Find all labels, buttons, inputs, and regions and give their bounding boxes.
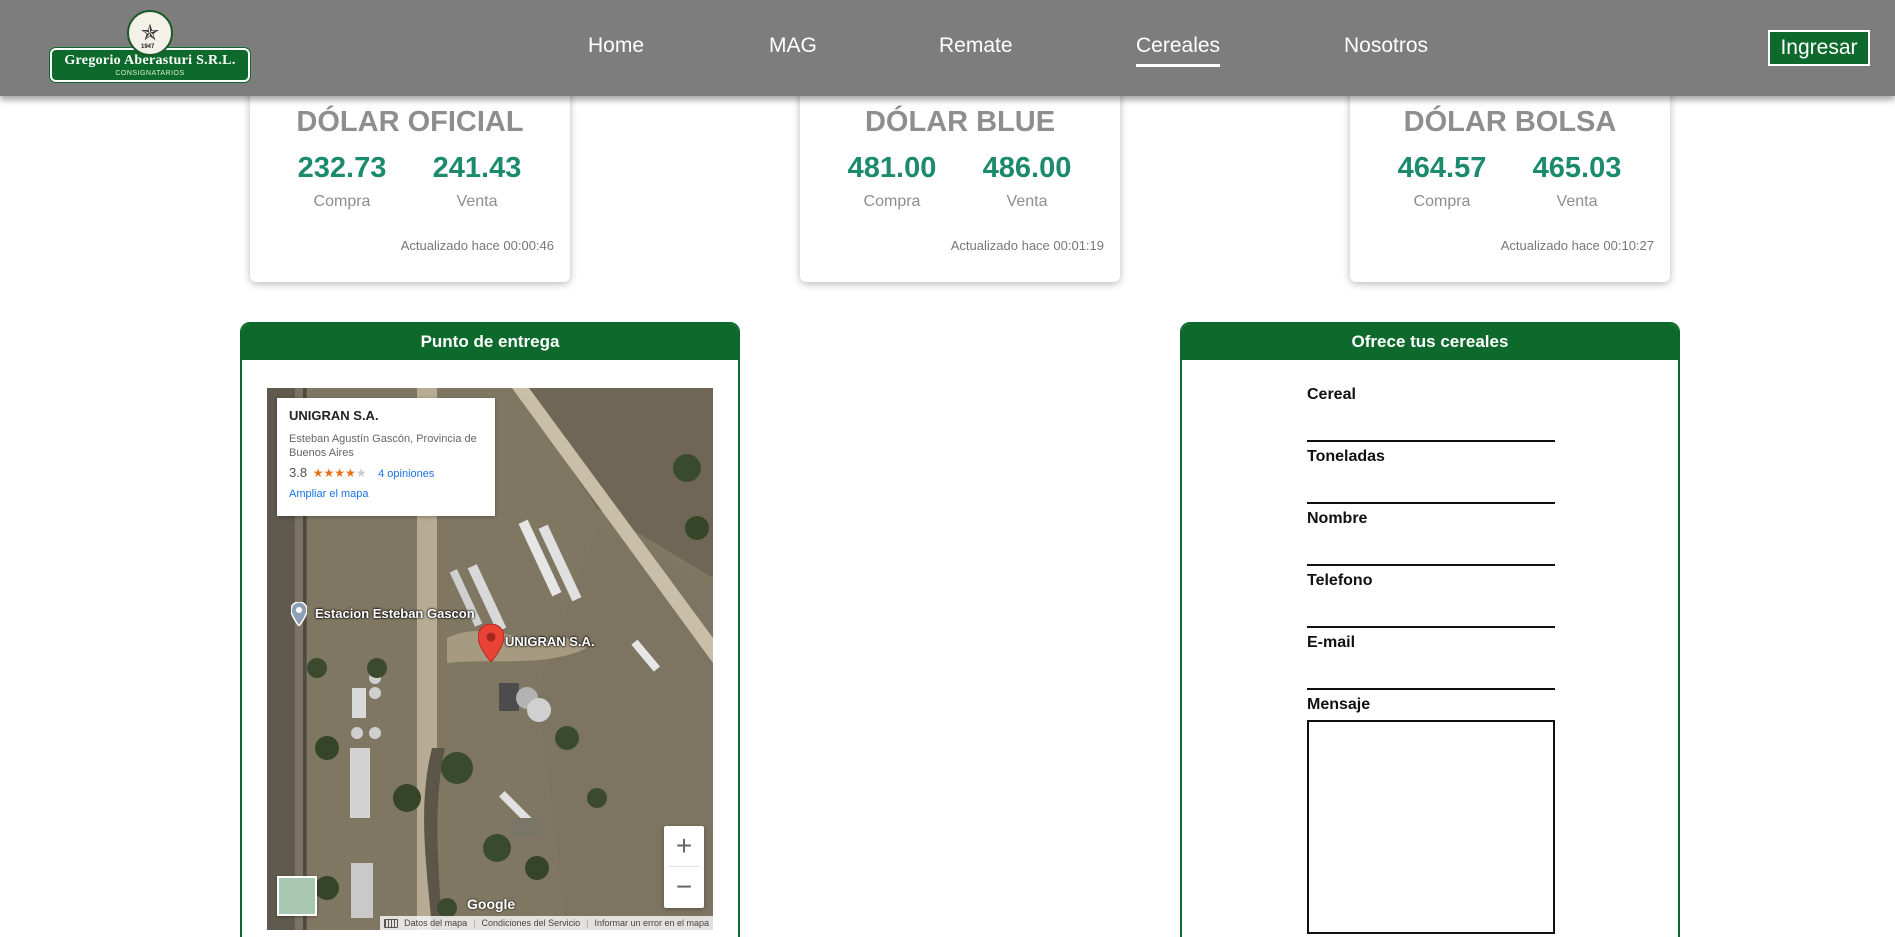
google-logo: Google [467,896,516,912]
toneladas-input[interactable] [1307,482,1555,504]
reviews-link[interactable]: 4 opiniones [378,468,434,480]
keyboard-icon[interactable] [384,918,399,928]
place-info-card: UNIGRAN S.A. Esteban Agustín Gascón, Pro… [277,398,495,516]
attribution-separator: | [586,918,589,928]
map-attribution: Datos del mapa | Condiciones del Servici… [380,916,713,930]
rate-title: DÓLAR BLUE [864,106,1056,138]
top-navbar: Gregorio Aberasturi S.R.L. CONSIGNATARIO… [0,0,1895,96]
logo-year: 1947 [141,44,155,50]
place-address: Esteban Agustín Gascón, Provincia de Bue… [289,433,477,459]
rate-compra: 232.73 Compra [282,152,402,211]
rate-compra-label: Compra [313,193,371,210]
nombre-input[interactable] [1307,544,1555,566]
nav-remate[interactable]: Remate [939,34,1013,58]
map-zoom-controls: + − [664,826,704,908]
zoom-in-button[interactable]: + [664,826,704,866]
mensaje-label: Mensaje [1307,696,1371,713]
email-label: E-mail [1307,634,1356,651]
rate-title: DÓLAR OFICIAL [296,106,524,138]
rate-venta: 465.03 Venta [1517,152,1637,211]
rate-compra-label: Compra [863,193,921,210]
rate-card-blue: DÓLAR BLUE 481.00 Compra 486.00 Venta Ac… [800,84,1120,282]
rate-venta-value: 486.00 [982,152,1072,184]
nav-cereales[interactable]: Cereales [1136,34,1221,67]
rate-updated: Actualizado hace 00:10:27 [1500,238,1654,253]
toneladas-label: Toneladas [1307,448,1385,465]
enlarge-map-link[interactable]: Ampliar el mapa [289,488,483,500]
rate-venta-value: 241.43 [432,152,522,184]
nav-home[interactable]: Home [588,34,644,58]
company-logo[interactable]: Gregorio Aberasturi S.R.L. CONSIGNATARIO… [50,10,250,82]
rate-compra: 481.00 Compra [832,152,952,211]
telefono-label: Telefono [1307,572,1373,589]
rate-compra-label: Compra [1413,193,1471,210]
cereal-label: Cereal [1307,386,1356,403]
rate-venta-label: Venta [456,193,498,210]
rate-title: DÓLAR BOLSA [1403,106,1617,138]
offer-panel: Ofrece tus cereales Cereal Toneladas Nom… [1180,322,1680,937]
mensaje-textarea[interactable] [1307,720,1555,934]
delivery-panel-title: Punto de entrega [242,324,738,360]
rate-compra-value: 232.73 [297,152,387,184]
terms-link[interactable]: Condiciones del Servicio [482,918,581,928]
nombre-label: Nombre [1307,510,1368,527]
map-layer-toggle[interactable] [277,876,317,916]
station-pin-icon[interactable] [291,602,307,626]
rate-card-bolsa: DÓLAR BOLSA 464.57 Compra 465.03 Venta A… [1350,84,1670,282]
rate-card-oficial: DÓLAR OFICIAL 232.73 Compra 241.43 Venta… [250,84,570,282]
logo-subtitle: CONSIGNATARIOS [115,70,185,77]
place-name: UNIGRAN S.A. [289,408,379,423]
rate-venta-value: 465.03 [1532,152,1622,184]
telefono-input[interactable] [1307,606,1555,628]
place-rating: 3.8 ★★★★★ 4 opiniones [289,465,483,480]
rate-updated: Actualizado hace 00:01:19 [950,238,1104,253]
rate-compra-value: 481.00 [847,152,937,184]
station-label: Estacion Esteban Gascon [315,606,475,621]
rate-venta: 486.00 Venta [967,152,1087,211]
rate-venta: 241.43 Venta [417,152,537,211]
map-data-link[interactable]: Datos del mapa [404,918,467,928]
cereal-input[interactable] [1307,420,1555,442]
zoom-out-button[interactable]: − [664,867,704,907]
rate-compra: 464.57 Compra [1382,152,1502,211]
delivery-panel: Punto de entrega UNIGRAN S.A. Esteban Ag… [240,322,740,937]
location-marker-icon[interactable] [478,624,504,662]
email-input[interactable] [1307,668,1555,690]
marker-label: UNIGRAN S.A. [505,634,595,649]
offer-panel-title: Ofrece tus cereales [1182,324,1678,360]
rate-venta-label: Venta [1556,193,1598,210]
embedded-map[interactable]: UNIGRAN S.A. Esteban Agustín Gascón, Pro… [267,388,713,930]
star-rating-icon: ★★★★★ [312,466,367,480]
attribution-separator: | [473,918,476,928]
login-button[interactable]: Ingresar [1768,30,1870,66]
rate-venta-label: Venta [1006,193,1048,210]
nav-mag[interactable]: MAG [769,34,817,58]
report-error-link[interactable]: Informar un error en el mapa [594,918,709,928]
nav-nosotros[interactable]: Nosotros [1344,34,1428,58]
rate-compra-value: 464.57 [1397,152,1487,184]
rate-updated: Actualizado hace 00:00:46 [400,238,554,253]
rating-value: 3.8 [289,465,308,480]
